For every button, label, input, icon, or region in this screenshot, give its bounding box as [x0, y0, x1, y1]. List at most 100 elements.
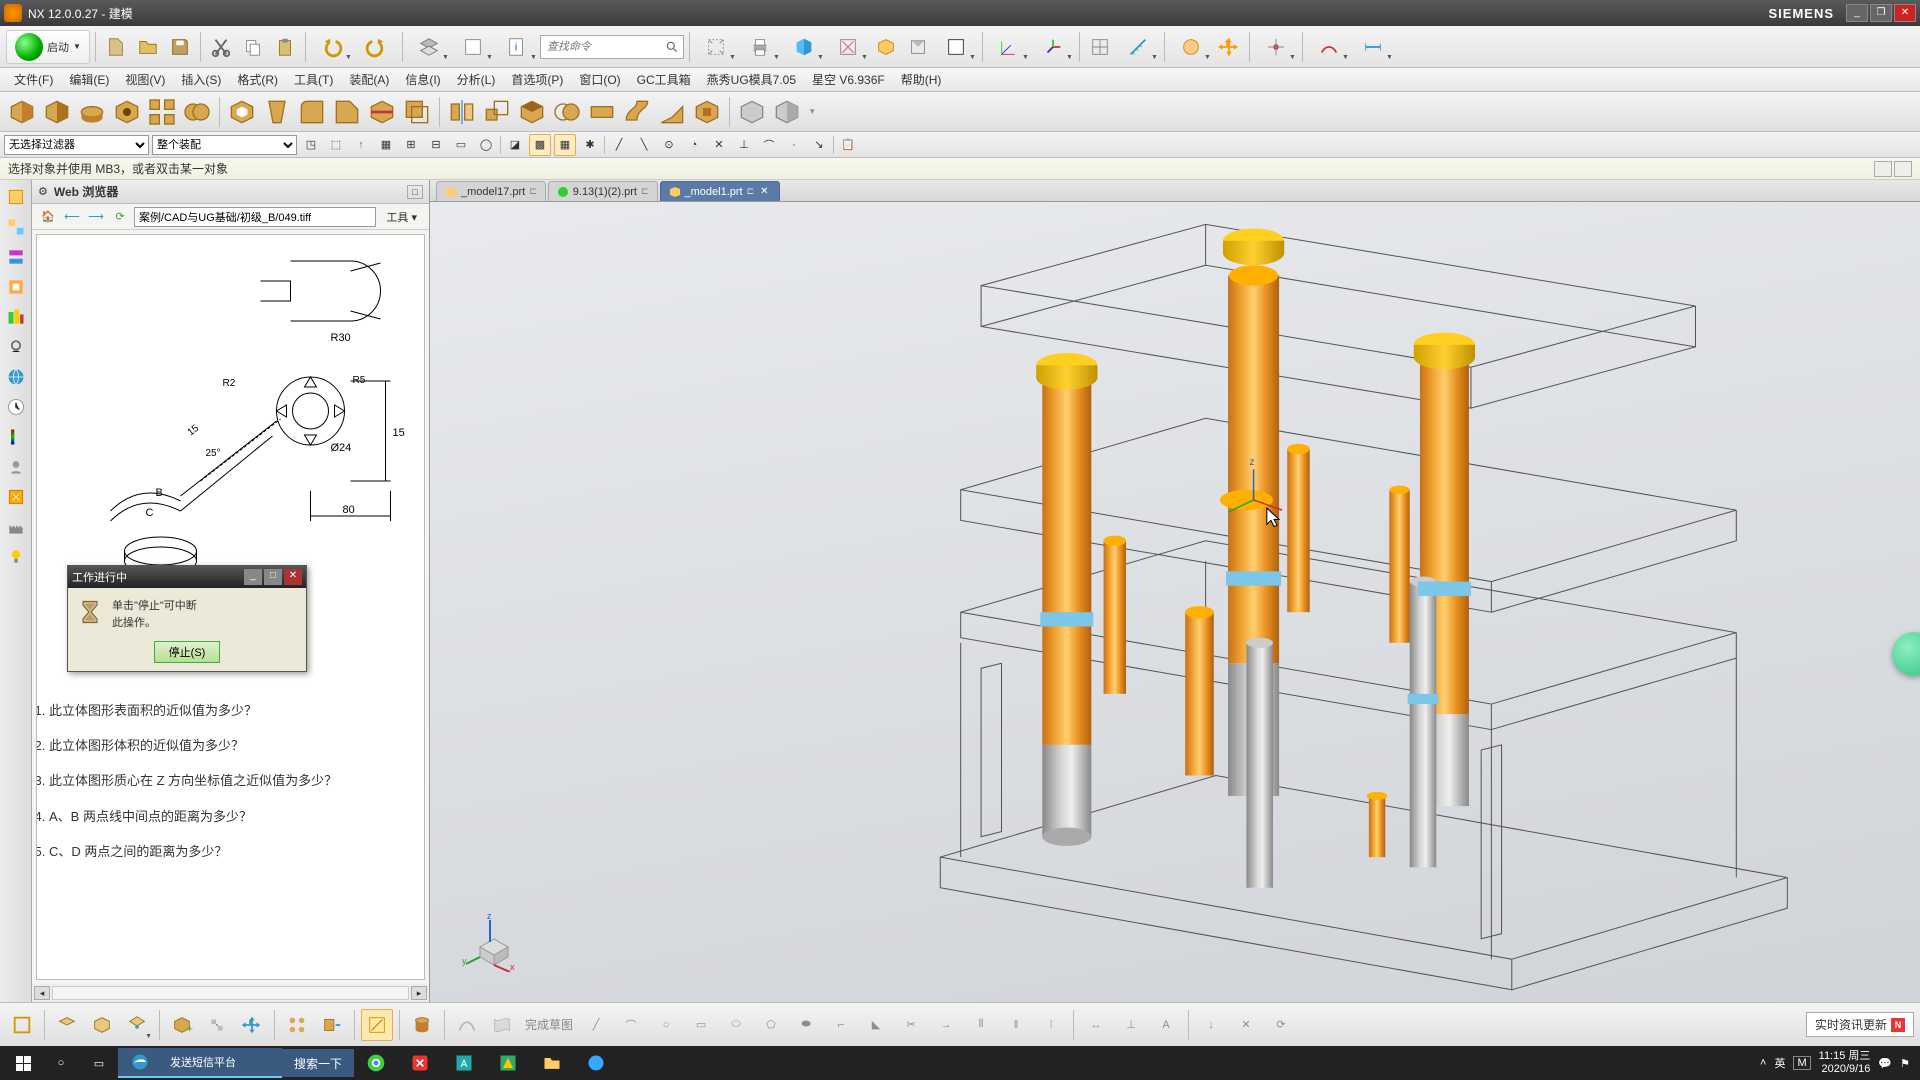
feature-chamfer-icon[interactable] [331, 96, 363, 128]
sketch-in-task-icon[interactable] [361, 1009, 393, 1041]
sel-exclude-icon[interactable]: ⊟ [425, 134, 447, 156]
color-bar-icon[interactable] [3, 424, 29, 450]
view-triad[interactable]: z x y [460, 912, 520, 972]
knowledge-icon[interactable] [3, 544, 29, 570]
feature-rib-icon[interactable] [656, 96, 688, 128]
snap-midpoint-icon[interactable]: ╲ [633, 134, 655, 156]
cortana-icon[interactable]: ○ [42, 1048, 80, 1078]
menu-insert[interactable]: 插入(S) [173, 68, 229, 91]
assembly-scope-dropdown[interactable]: 整个装配 [152, 135, 297, 155]
curve-spline-icon[interactable] [451, 1009, 483, 1041]
save-icon[interactable] [165, 32, 195, 62]
sk-polygon-icon[interactable]: ⬠ [755, 1009, 787, 1041]
feature-revolve-icon[interactable] [76, 96, 108, 128]
point-icon[interactable]: ▼ [1255, 32, 1297, 62]
layer-icon[interactable]: ▼ [408, 32, 450, 62]
move-face-icon[interactable] [316, 1009, 348, 1041]
tab-close-icon[interactable]: ✕ [758, 186, 770, 197]
menu-preferences[interactable]: 首选项(P) [503, 68, 571, 91]
shaded-view-icon[interactable]: ▼ [783, 32, 825, 62]
snap-quadrant-icon[interactable]: ◔ [683, 134, 705, 156]
datum-plane-icon[interactable] [51, 1009, 83, 1041]
menu-help[interactable]: 帮助(H) [893, 68, 950, 91]
feature-offset-icon[interactable] [401, 96, 433, 128]
pattern-feature-icon[interactable] [281, 1009, 313, 1041]
menu-edit[interactable]: 编辑(E) [61, 68, 117, 91]
sel-toggle2-icon[interactable]: ⬚ [325, 134, 347, 156]
assembly-constraint-icon[interactable] [201, 1009, 233, 1041]
taskbar-app-sms[interactable]: 发送短信平台 [162, 1048, 282, 1078]
taskbar-explorer-icon[interactable] [530, 1048, 574, 1078]
tray-expand-icon[interactable]: ˄ [1760, 1057, 1766, 1069]
assembly-add-icon[interactable]: + [166, 1009, 198, 1041]
feature-scale-icon[interactable] [481, 96, 513, 128]
menu-info[interactable]: 信息(I) [397, 68, 448, 91]
transparency-icon[interactable] [871, 32, 901, 62]
snap-endpoint-icon[interactable]: ╱ [608, 134, 630, 156]
start-button[interactable]: 启动 ▼ [6, 30, 90, 64]
sk-slot-icon[interactable]: ⬬ [790, 1009, 822, 1041]
process-studio-icon[interactable] [3, 484, 29, 510]
menu-file[interactable]: 文件(F) [6, 68, 61, 91]
feature-boolean-icon[interactable] [551, 96, 583, 128]
taskbar-teal-app-icon[interactable]: A [442, 1048, 486, 1078]
feature-unite-icon[interactable] [181, 96, 213, 128]
sk-convert-icon[interactable]: ⟳ [1265, 1009, 1297, 1041]
menu-yanxiu[interactable]: 燕秀UG模具7.05 [699, 68, 804, 91]
sel-snap-icon[interactable]: ✱ [579, 134, 601, 156]
roles-icon[interactable] [3, 454, 29, 480]
dimension-icon[interactable]: ▼ [1352, 32, 1394, 62]
nav-tools-button[interactable]: 工具 ▾ [380, 207, 423, 227]
analysis-icon[interactable]: ▼ [1308, 32, 1350, 62]
menu-window[interactable]: 窗口(O) [571, 68, 628, 91]
realtime-news-button[interactable]: 实时资讯更新 N [1806, 1012, 1914, 1037]
web-browser-icon[interactable] [3, 364, 29, 390]
selection-filter-dropdown[interactable]: 无选择过滤器 [4, 135, 149, 155]
copy-icon[interactable] [238, 32, 268, 62]
surface-icon[interactable] [486, 1009, 518, 1041]
feature-hole-icon[interactable] [111, 96, 143, 128]
snap-point-icon[interactable]: · [783, 134, 805, 156]
feature-trim-icon[interactable] [366, 96, 398, 128]
maximize-button[interactable]: ❐ [1870, 4, 1892, 22]
tray-clock[interactable]: 11:15 周三 2020/9/16 [1819, 1050, 1871, 1076]
dialog-minimize-button[interactable]: _ [244, 569, 262, 585]
snap-nearest-icon[interactable]: ↘ [808, 134, 830, 156]
close-button[interactable]: ✕ [1894, 4, 1916, 22]
sk-extend-icon[interactable]: → [930, 1009, 962, 1041]
taskbar-chrome-icon[interactable] [354, 1048, 398, 1078]
assembly-move-icon[interactable] [236, 1009, 268, 1041]
feature-extrude-icon[interactable] [41, 96, 73, 128]
clip-icon[interactable] [903, 32, 933, 62]
feature-split-icon[interactable] [516, 96, 548, 128]
sk-ellipse-icon[interactable]: ⬭ [720, 1009, 752, 1041]
tab-913[interactable]: 9.13(1)(2).prt⊏ [548, 181, 658, 201]
feature-more1-icon[interactable] [736, 96, 768, 128]
snap-center-icon[interactable]: ⊙ [658, 134, 680, 156]
menu-tools[interactable]: 工具(T) [286, 68, 341, 91]
nav-forward-icon[interactable]: ⟶ [86, 207, 106, 227]
measure-icon[interactable]: ▼ [1117, 32, 1159, 62]
wcs-icon[interactable]: ▼ [988, 32, 1030, 62]
open-file-icon[interactable] [133, 32, 163, 62]
datum-point-icon[interactable]: ▼ [121, 1009, 153, 1041]
taskbar-ie-icon[interactable] [118, 1048, 162, 1078]
nav-back-icon[interactable]: ⟵ [62, 207, 82, 227]
part-navigator-icon[interactable] [3, 184, 29, 210]
layout-split-icon[interactable] [1894, 161, 1912, 177]
fit-view-icon[interactable]: ▼ [695, 32, 737, 62]
sel-face-icon[interactable]: ◪ [504, 134, 526, 156]
sel-feature-icon[interactable]: ▦ [554, 134, 576, 156]
snap-tangent-icon[interactable]: ⌒ [758, 134, 780, 156]
new-file-icon[interactable] [101, 32, 131, 62]
feature-mirror-icon[interactable] [446, 96, 478, 128]
dialog-stop-button[interactable]: 停止(S) [154, 641, 221, 663]
feature-emboss-icon[interactable] [691, 96, 723, 128]
dialog-maximize-button[interactable]: □ [264, 569, 282, 585]
sk-trim-icon[interactable]: ✂ [895, 1009, 927, 1041]
sketch-create-icon[interactable] [6, 1009, 38, 1041]
tray-notification-icon[interactable]: 💬 [1878, 1057, 1892, 1070]
menu-xingkong[interactable]: 星空 V6.936F [804, 68, 893, 91]
search-icon[interactable] [661, 36, 683, 58]
task-view-icon[interactable]: ▭ [80, 1048, 118, 1078]
